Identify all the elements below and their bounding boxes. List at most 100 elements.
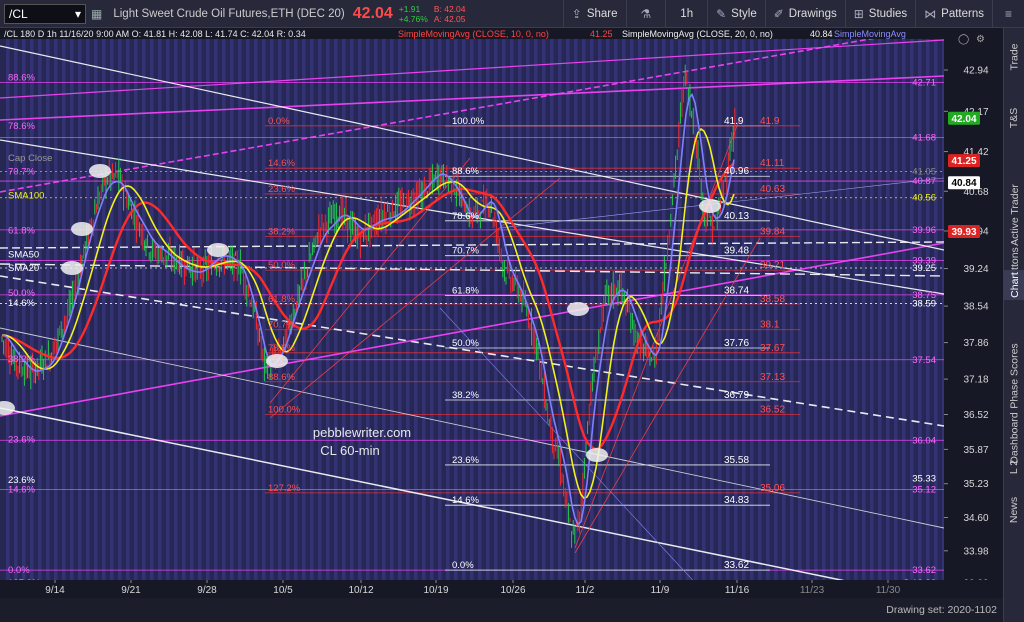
- chart-area[interactable]: /CL 180 D 1h 11/16/20 9:00 AM O: 41.81 H…: [0, 28, 1003, 604]
- sidebar-tab-t-s[interactable]: T&S: [1004, 104, 1024, 132]
- left-fib-label: SMA100: [8, 191, 44, 202]
- white-fib-value: 36.79: [724, 390, 749, 401]
- sma10-legend: SimpleMovingAvg (CLOSE, 10, 0, no): [398, 29, 549, 39]
- session-stripe: [334, 36, 338, 580]
- white-fib-value: 39.48: [724, 246, 749, 257]
- sidebar-tab-news[interactable]: News: [1004, 490, 1024, 530]
- symbol-selector[interactable]: /CL ▾: [4, 3, 86, 24]
- session-stripe: [894, 36, 898, 580]
- session-stripe: [398, 36, 402, 580]
- change-value: +1.91: [398, 3, 421, 14]
- left-fib-label: 23.6%: [8, 435, 35, 446]
- left-fib-label: 0.0%: [8, 565, 30, 576]
- session-stripe: [158, 36, 162, 580]
- menu-icon: ≡: [1004, 6, 1012, 21]
- session-stripe: [102, 36, 106, 580]
- price-chart[interactable]: /CL 180 D 1h 11/16/20 9:00 AM O: 41.81 H…: [0, 28, 1003, 598]
- studies-label: Studies: [868, 7, 908, 20]
- sidebar-tab-label: Phase Scores: [1008, 343, 1021, 409]
- session-stripe: [830, 36, 834, 580]
- studies-button[interactable]: ⊞ Studies: [844, 0, 915, 28]
- right-level-label: 41.68: [912, 133, 936, 144]
- right-level-label: 36.04: [912, 435, 936, 446]
- x-tick-label: 10/12: [348, 585, 373, 596]
- y-tick-label: 37.18: [963, 375, 988, 386]
- right-level-label: 37.54: [912, 355, 936, 366]
- session-stripe: [606, 36, 610, 580]
- white-fib-pct: 38.2%: [452, 390, 479, 401]
- session-stripe: [406, 36, 410, 580]
- change-percent: +4.76%: [398, 13, 428, 24]
- white-fib-pct: 50.0%: [452, 338, 479, 349]
- session-stripe: [446, 36, 450, 580]
- ohlc-readout: /CL 180 D 1h 11/16/20 9:00 AM O: 41.81 H…: [4, 29, 306, 39]
- interval-button[interactable]: 1h: [665, 0, 707, 28]
- x-tick-label: 9/14: [45, 585, 65, 596]
- session-stripe: [494, 36, 498, 580]
- session-stripe: [118, 36, 122, 580]
- left-fib-label: 61.8%: [8, 225, 35, 236]
- red-fib-pct: 78.6%: [268, 343, 295, 354]
- red-fib-value: 39.84: [760, 226, 785, 237]
- session-stripe: [846, 36, 850, 580]
- session-stripe: [902, 36, 906, 580]
- red-fib-pct: 100.0%: [268, 405, 301, 416]
- white-fib-pct: 0.0%: [452, 560, 474, 571]
- drawing-set-label[interactable]: Drawing set: 2020-1102: [886, 604, 997, 616]
- right-level-label: 40.56: [912, 193, 936, 204]
- share-icon: ⇪: [571, 6, 582, 21]
- session-stripe: [166, 36, 170, 580]
- grid-icon[interactable]: ▦: [91, 7, 102, 21]
- session-stripe: [686, 36, 690, 580]
- session-stripe: [886, 36, 890, 580]
- session-stripe: [110, 36, 114, 580]
- sma10-value: 41.25: [590, 29, 613, 39]
- studies-icon: ⊞: [853, 6, 864, 21]
- x-tick-label: 11/2: [576, 585, 595, 596]
- drawings-button[interactable]: ✐ Drawings: [764, 0, 845, 28]
- menu-button[interactable]: ≡: [991, 0, 1024, 28]
- red-fib-pct: 88.6%: [268, 372, 295, 383]
- flask-button[interactable]: ⚗: [625, 0, 666, 28]
- session-stripe: [558, 36, 562, 580]
- session-stripe: [390, 36, 394, 580]
- session-stripe: [838, 36, 842, 580]
- white-fib-pct: 23.6%: [452, 455, 479, 466]
- left-fib-label: 88.6%: [8, 73, 35, 84]
- y-tick-label: 42.94: [963, 66, 988, 77]
- x-tick-label: 11/9: [651, 585, 670, 596]
- session-stripe: [790, 36, 794, 580]
- white-fib-value: 40.13: [724, 211, 749, 222]
- y-tick-label: 37.86: [963, 338, 988, 349]
- sidebar-tab-trade[interactable]: Trade: [1004, 40, 1024, 74]
- session-stripe: [374, 36, 378, 580]
- sidebar-tab-chart[interactable]: Chart: [1004, 270, 1024, 300]
- session-stripe: [358, 36, 362, 580]
- session-stripe: [678, 36, 682, 580]
- instrument-description: Light Sweet Crude Oil Futures,ETH (DEC 2…: [113, 7, 345, 20]
- y-tick-label: 39.24: [963, 264, 988, 275]
- share-button[interactable]: ⇪ Share: [562, 0, 626, 28]
- left-fib-label: 78.6%: [8, 121, 35, 132]
- session-stripe: [710, 36, 714, 580]
- left-fib-label: 14.6%: [8, 298, 35, 309]
- style-button[interactable]: ✎ Style: [707, 0, 765, 28]
- left-fib-label: SMA50: [8, 250, 39, 261]
- sidebar-tab-l-2[interactable]: L 2: [1004, 452, 1024, 482]
- session-stripe: [190, 36, 194, 580]
- session-stripe: [414, 36, 418, 580]
- right-level-label: 42.71: [912, 77, 936, 88]
- sidebar-tab-phase-scores[interactable]: Phase Scores: [1004, 336, 1024, 416]
- red-fib-value: 40.63: [760, 184, 785, 195]
- white-fib-pct: 14.6%: [452, 495, 479, 506]
- patterns-button[interactable]: ⋈ Patterns: [915, 0, 992, 28]
- session-stripe: [86, 36, 90, 580]
- flask-icon: ⚗: [640, 6, 652, 21]
- red-fib-value: 39.21: [760, 260, 785, 271]
- marker-oval: [266, 354, 288, 368]
- left-fib-label: Cap Close: [8, 153, 52, 164]
- x-tick-label: 9/21: [121, 585, 141, 596]
- white-fib-pct: 61.8%: [452, 285, 479, 296]
- x-tick-label: 10/26: [500, 585, 525, 596]
- session-stripe: [598, 36, 602, 580]
